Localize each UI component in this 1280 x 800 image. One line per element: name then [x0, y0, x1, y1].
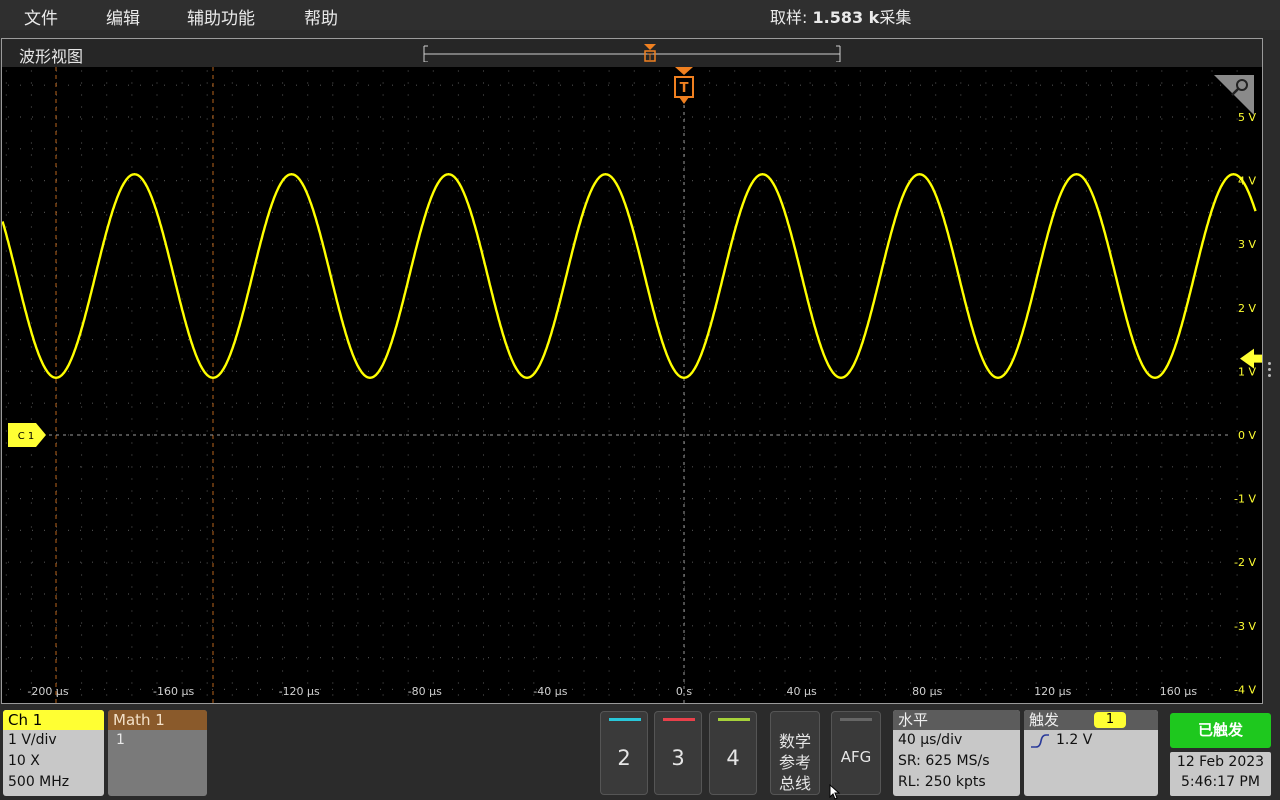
waveform-plot[interactable]: 5 V4 V3 V2 V1 V0 V-1 V-2 V-3 V-4 V-200 µ…	[2, 67, 1262, 703]
trigger-status[interactable]: 已触发	[1170, 713, 1271, 748]
trigger-badge[interactable]: 触发 1 1.2 V	[1024, 710, 1158, 796]
ch3-color-bar	[663, 718, 695, 721]
ch1-scale: 1 V/div	[8, 732, 57, 748]
acq-suffix: 采集	[879, 8, 912, 27]
ch4-label: 4	[726, 746, 740, 770]
mouse-cursor-icon	[829, 784, 841, 800]
ch2-button[interactable]: 2	[600, 711, 648, 795]
volt-label: -1 V	[1234, 493, 1256, 506]
math1-source: 1	[116, 732, 125, 748]
horizontal-badge[interactable]: 水平 40 µs/div SR: 625 MS/s RL: 250 kpts	[893, 710, 1020, 796]
horizontal-title: 水平	[893, 710, 1020, 730]
ch2-label: 2	[617, 746, 631, 770]
ch4-color-bar	[718, 718, 750, 721]
time-label: -40 µs	[533, 685, 567, 698]
date: 12 Feb 2023	[1176, 754, 1265, 770]
time-label: -80 µs	[408, 685, 442, 698]
afg-label: AFG	[840, 748, 872, 766]
acq-count: 1.583 k	[812, 8, 880, 27]
trigger-position-label: T	[680, 81, 689, 96]
menu-bar: 文件 编辑 辅助功能 帮助 取样: 1.583 k采集	[0, 0, 1280, 30]
ch2-color-bar	[609, 718, 641, 721]
volt-label: -4 V	[1234, 683, 1256, 696]
volt-label: 2 V	[1238, 302, 1256, 315]
trigger-position-tip	[679, 97, 689, 104]
time-label: 0 s	[676, 685, 692, 698]
waveform-view[interactable]: 波形视图 T 5 V4 V3 V2 V1 V0 V -1 V -2 V -3 V -4 …	[1, 38, 1263, 704]
acq-prefix: 取样:	[770, 8, 808, 27]
record-overview[interactable]: T	[422, 44, 842, 62]
time-label: -120 µs	[279, 685, 320, 698]
ch3-label: 3	[671, 746, 685, 770]
grid-dots	[5, 70, 1238, 696]
date-time: 12 Feb 2023 5:46:17 PM	[1170, 752, 1271, 796]
time-label: 120 µs	[1034, 685, 1071, 698]
waveform-view-header: 波形视图 T	[2, 39, 1262, 67]
menu-file[interactable]: 文件	[24, 4, 58, 29]
volt-label: 3 V	[1238, 238, 1256, 251]
volt-label: 4 V	[1238, 175, 1256, 188]
trigger-title: 触发	[1024, 710, 1158, 730]
time-label: 80 µs	[912, 685, 942, 698]
ch4-button[interactable]: 4	[709, 711, 757, 795]
bus-label: 总线	[778, 774, 811, 793]
volt-label: 0 V	[1238, 429, 1256, 442]
time-label: 160 µs	[1160, 685, 1197, 698]
side-panel-grip[interactable]	[1267, 362, 1273, 382]
time-label: 40 µs	[786, 685, 816, 698]
time: 5:46:17 PM	[1181, 774, 1260, 790]
menu-utility[interactable]: 辅助功能	[187, 4, 255, 29]
afg-color-bar	[840, 718, 872, 721]
horizontal-scale: 40 µs/div	[898, 732, 963, 748]
rising-edge-icon	[1031, 734, 1049, 748]
zoom-corner-icon	[1214, 75, 1254, 115]
ch3-button[interactable]: 3	[654, 711, 702, 795]
waveform-view-title: 波形视图	[19, 47, 84, 66]
trigger-position-icon	[675, 67, 693, 75]
trigger-level: 1.2 V	[1056, 732, 1093, 748]
math-ref-bus-button[interactable]: 数学 参考 总线	[770, 711, 820, 795]
time-label: -200 µs	[27, 685, 68, 698]
overview-trigger-icon	[644, 44, 656, 50]
menu-edit[interactable]: 编辑	[106, 4, 140, 29]
math1-title: Math 1	[108, 710, 207, 730]
menu-help[interactable]: 帮助	[304, 4, 338, 29]
ch1-title: Ch 1	[3, 710, 104, 730]
ch1-bandwidth: 500 MHz	[8, 774, 70, 790]
record-length: RL: 250 kpts	[898, 774, 986, 790]
svg-text:T: T	[646, 53, 653, 62]
ch1-marker-label: C 1	[18, 431, 35, 442]
math1-badge[interactable]: Math 1 1	[108, 710, 207, 796]
volt-label: -3 V	[1234, 620, 1256, 633]
ch1-badge[interactable]: Ch 1 1 V/div 10 X 500 MHz	[3, 710, 104, 796]
trigger-source-badge: 1	[1094, 712, 1126, 728]
ch1-probe: 10 X	[8, 753, 40, 769]
time-label: -160 µs	[153, 685, 194, 698]
sample-rate: SR: 625 MS/s	[898, 753, 990, 769]
afg-button[interactable]: AFG	[831, 711, 881, 795]
ch1-waveform	[2, 172, 1257, 380]
acquisition-status: 取样: 1.583 k采集	[770, 4, 911, 28]
volt-label: -2 V	[1234, 556, 1256, 569]
